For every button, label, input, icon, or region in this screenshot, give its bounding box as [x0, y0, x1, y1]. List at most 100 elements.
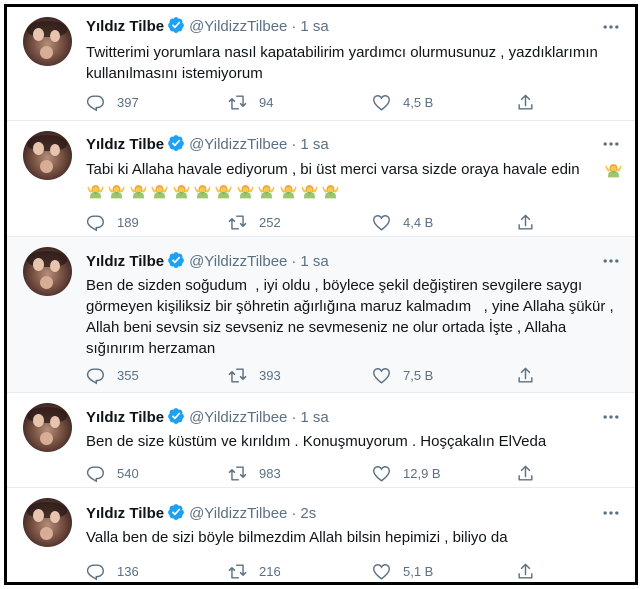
person-with-raised-hands-emoji — [321, 181, 340, 200]
tweet-timestamp[interactable]: 2s — [300, 505, 316, 522]
like-count: 7,5 B — [403, 367, 434, 383]
reply-button[interactable]: 397 — [86, 92, 139, 112]
author-name[interactable]: Yıldız Tilbe — [86, 253, 164, 270]
retweet-count: 983 — [259, 465, 281, 481]
person-with-raised-hands-emoji — [107, 181, 126, 200]
tweet-actions: 540 983 12,9 B — [86, 463, 626, 483]
author-name[interactable]: Yıldız Tilbe — [86, 18, 164, 35]
heart-icon — [372, 562, 391, 581]
like-count: 4,5 B — [403, 94, 434, 110]
avatar[interactable] — [23, 17, 72, 66]
more-horizontal-icon[interactable] — [601, 251, 621, 271]
tweet-text: Twitterimi yorumlara nasıl kapatabilirim… — [86, 44, 602, 82]
person-with-raised-hands-emoji — [236, 181, 255, 200]
tweet-text: Ben de sizden soğudum , iyi oldu , böyle… — [86, 277, 618, 357]
author-handle[interactable]: @YildizzTilbee — [189, 136, 287, 153]
like-button[interactable]: 4,4 B — [372, 212, 433, 232]
tweet-header: Yıldız Tilbe @YildizzTilbee · 1 sa — [86, 407, 329, 427]
reply-icon — [86, 464, 105, 483]
reply-button[interactable]: 136 — [86, 561, 139, 581]
like-button[interactable]: 7,5 B — [372, 365, 433, 385]
retweet-button[interactable]: 983 — [228, 463, 281, 483]
retweet-count: 94 — [259, 94, 274, 110]
more-horizontal-icon[interactable] — [601, 407, 621, 427]
avatar[interactable] — [23, 131, 72, 180]
person-with-raised-hands-emoji — [214, 181, 233, 200]
more-horizontal-icon[interactable] — [601, 503, 621, 523]
share-icon — [516, 366, 535, 385]
like-button[interactable]: 4,5 B — [372, 92, 433, 112]
tweet-timestamp[interactable]: 1 sa — [300, 136, 328, 153]
like-button[interactable]: 12,9 B — [372, 463, 441, 483]
reply-button[interactable]: 540 — [86, 463, 139, 483]
author-name[interactable]: Yıldız Tilbe — [86, 409, 164, 426]
person-with-raised-hands-emoji — [279, 181, 298, 200]
reply-icon — [86, 93, 105, 112]
tweet[interactable]: Yıldız Tilbe @YildizzTilbee · 1 sa Twitteri… — [7, 7, 635, 121]
header-separator: · — [291, 136, 297, 153]
heart-icon — [372, 366, 391, 385]
share-button[interactable] — [516, 561, 535, 581]
tweet[interactable]: Yıldız Tilbe @YildizzTilbee · 1 sa Tabi ki … — [7, 121, 635, 237]
reply-icon — [86, 366, 105, 385]
reply-count: 355 — [117, 367, 139, 383]
tweet-timestamp[interactable]: 1 sa — [300, 18, 328, 35]
tweet-timestamp[interactable]: 1 sa — [300, 253, 328, 270]
author-handle[interactable]: @YildizzTilbee — [189, 505, 287, 522]
tweet-header: Yıldız Tilbe @YildizzTilbee · 1 sa — [86, 251, 329, 271]
avatar[interactable] — [23, 247, 72, 296]
header-separator: · — [291, 409, 297, 426]
share-icon — [516, 213, 535, 232]
share-button[interactable] — [516, 92, 535, 112]
retweet-count: 393 — [259, 367, 281, 383]
like-count: 12,9 B — [403, 465, 441, 481]
retweet-button[interactable]: 252 — [228, 212, 281, 232]
retweet-button[interactable]: 94 — [228, 92, 273, 112]
avatar[interactable] — [23, 498, 72, 547]
author-name[interactable]: Yıldız Tilbe — [86, 505, 164, 522]
tweet[interactable]: Yıldız Tilbe @YildizzTilbee · 1 sa Ben de s… — [7, 393, 635, 488]
tweet[interactable]: Yıldız Tilbe @YildizzTilbee · 1 sa Ben de s… — [7, 237, 635, 393]
tweet-header: Yıldız Tilbe @YildizzTilbee · 1 sa — [86, 134, 329, 154]
avatar[interactable] — [23, 403, 72, 452]
share-icon — [516, 464, 535, 483]
more-horizontal-icon[interactable] — [601, 17, 621, 37]
tweet-header: Yıldız Tilbe @YildizzTilbee · 1 sa — [86, 16, 329, 36]
person-with-raised-hands-emoji — [172, 181, 191, 200]
author-handle[interactable]: @YildizzTilbee — [189, 18, 287, 35]
share-button[interactable] — [516, 365, 535, 385]
retweet-button[interactable]: 393 — [228, 365, 281, 385]
retweet-icon — [228, 562, 247, 581]
share-button[interactable] — [516, 463, 535, 483]
retweet-count: 216 — [259, 563, 281, 579]
header-separator: · — [291, 505, 297, 522]
author-name[interactable]: Yıldız Tilbe — [86, 136, 164, 153]
author-handle[interactable]: @YildizzTilbee — [189, 253, 287, 270]
reply-button[interactable]: 189 — [86, 212, 139, 232]
person-with-raised-hands-emoji — [300, 181, 319, 200]
tweet-actions: 136 216 5,1 B — [86, 561, 626, 581]
heart-icon — [372, 464, 391, 483]
verified-badge-icon — [167, 503, 185, 521]
tweet[interactable]: Yıldız Tilbe @YildizzTilbee · 2s Valla ben … — [7, 488, 635, 585]
tweet-actions: 189 252 4,4 B — [86, 212, 626, 232]
share-button[interactable] — [516, 212, 535, 232]
tweet-text: Tabi ki Allaha havale ediyorum , bi üst … — [86, 161, 580, 178]
share-icon — [516, 93, 535, 112]
person-with-raised-hands-emoji — [86, 181, 105, 200]
verified-badge-icon — [167, 16, 185, 34]
retweet-button[interactable]: 216 — [228, 561, 281, 581]
person-with-raised-hands-emoji — [257, 181, 276, 200]
like-count: 4,4 B — [403, 214, 434, 230]
retweet-icon — [228, 93, 247, 112]
reply-count: 397 — [117, 94, 139, 110]
author-handle[interactable]: @YildizzTilbee — [189, 409, 287, 426]
reply-icon — [86, 562, 105, 581]
like-button[interactable]: 5,1 B — [372, 561, 433, 581]
tweet-timeline: Yıldız Tilbe @YildizzTilbee · 1 sa Twitteri… — [4, 4, 638, 585]
retweet-icon — [228, 366, 247, 385]
reply-button[interactable]: 355 — [86, 365, 139, 385]
tweet-timestamp[interactable]: 1 sa — [300, 409, 328, 426]
header-separator: · — [291, 18, 297, 35]
more-horizontal-icon[interactable] — [601, 134, 621, 154]
